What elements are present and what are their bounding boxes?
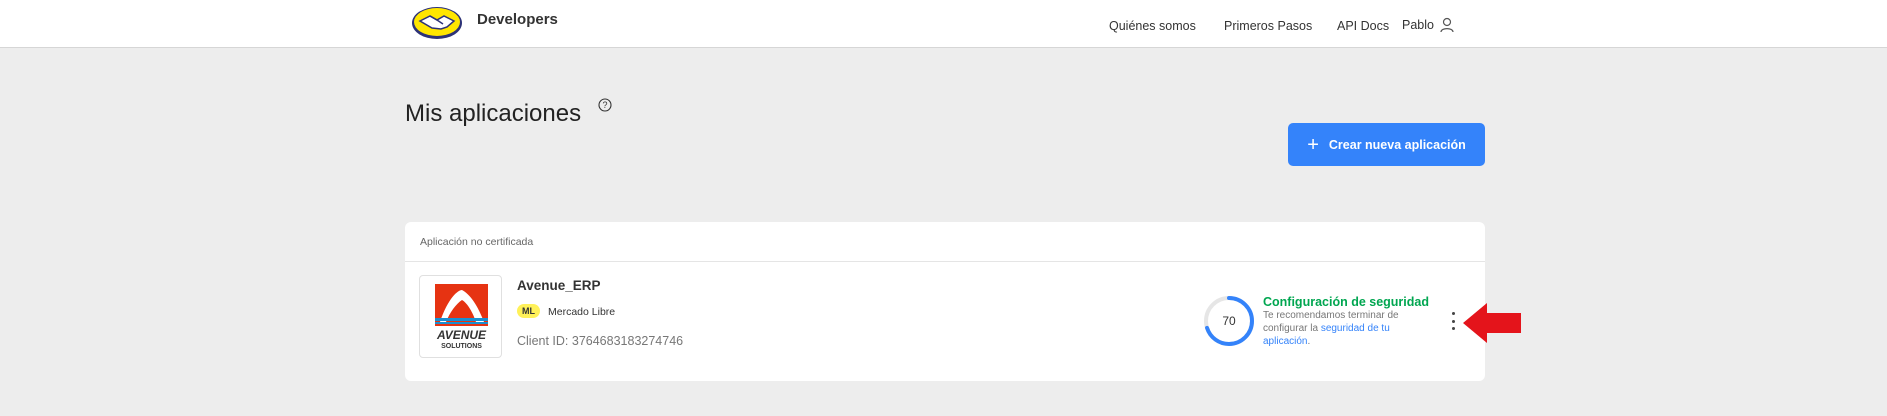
security-config-title[interactable]: Configuración de seguridad: [1263, 295, 1429, 309]
app-name[interactable]: Avenue_ERP: [517, 278, 601, 293]
site-badge: ML: [517, 304, 540, 318]
certification-status: Aplicación no certificada: [420, 235, 534, 248]
nav-primeros-pasos[interactable]: Primeros Pasos: [1224, 19, 1312, 33]
svg-text:SOLUTIONS: SOLUTIONS: [441, 343, 482, 350]
card-header: Aplicación no certificada: [405, 222, 1485, 262]
mercado-libre-logo[interactable]: [410, 3, 464, 41]
kebab-dot: [1451, 327, 1455, 330]
app-logo: AVENUE SOLUTIONS: [419, 275, 502, 358]
user-name: Pablo: [1402, 18, 1434, 32]
user-icon: [1440, 17, 1454, 33]
client-id: Client ID: 3764683183274746: [517, 334, 684, 348]
red-arrow-icon: [1463, 303, 1521, 343]
security-score-value: 70: [1222, 314, 1236, 328]
kebab-dot: [1451, 312, 1455, 315]
application-card: Aplicación no certificada AVENUE SOLUTIO…: [405, 222, 1485, 381]
more-options-button[interactable]: [1446, 310, 1460, 332]
nav-quienes-somos[interactable]: Quiénes somos: [1109, 19, 1196, 33]
security-text-after: .: [1307, 336, 1311, 347]
kebab-dot: [1451, 319, 1455, 323]
create-application-label: Crear nueva aplicación: [1328, 137, 1466, 152]
top-header: Developers Quiénes somos Primeros Pasos …: [0, 0, 1887, 48]
avenue-solutions-logo-icon: AVENUE SOLUTIONS: [435, 284, 488, 350]
brand-title: Developers: [477, 11, 558, 28]
create-application-button[interactable]: + Crear nueva aplicación: [1288, 123, 1485, 166]
site-name: Mercado Libre: [548, 306, 616, 318]
page-title: Mis aplicaciones: [405, 100, 582, 127]
help-icon[interactable]: ?: [598, 98, 612, 112]
svg-text:AVENUE: AVENUE: [436, 328, 487, 342]
security-config-description: Te recomendamos terminar de configurar l…: [1263, 309, 1423, 348]
svg-text:?: ?: [602, 100, 607, 110]
plus-icon: +: [1307, 133, 1319, 156]
user-menu[interactable]: Pablo: [1402, 17, 1454, 33]
nav-api-docs[interactable]: API Docs: [1337, 19, 1389, 33]
